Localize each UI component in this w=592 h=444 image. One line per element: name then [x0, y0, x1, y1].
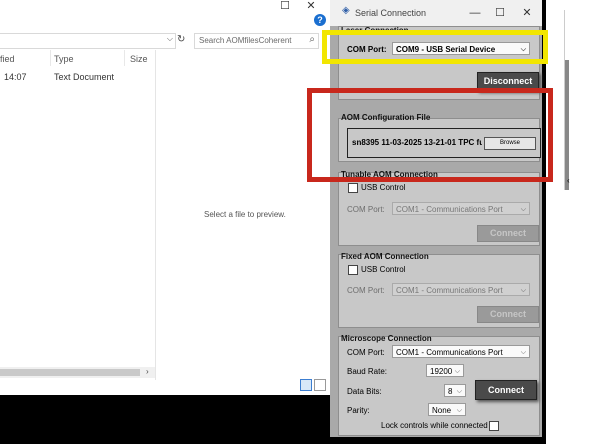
fixed-com-port-value: COM1 - Communications Port: [396, 286, 503, 295]
column-header-modified[interactable]: fied: [0, 54, 15, 64]
file-modified: 14:07: [4, 72, 27, 82]
scroll-edge: [565, 60, 569, 190]
refresh-icon[interactable]: ↻: [177, 34, 185, 45]
microscope-com-port-value: COM1 - Communications Port: [396, 348, 503, 357]
fixed-usb-label: USB Control: [361, 265, 406, 274]
help-icon[interactable]: ?: [314, 14, 326, 26]
search-placeholder: Search AOMfilesCoherent: [199, 36, 292, 45]
baud-rate-label: Baud Rate:: [347, 367, 388, 376]
fixed-com-port-select[interactable]: COM1 - Communications Port ⌵: [392, 283, 530, 296]
scroll-right-icon[interactable]: ›: [146, 367, 149, 376]
chevron-down-icon[interactable]: ⌵: [167, 34, 173, 44]
pane-divider[interactable]: [155, 50, 156, 380]
serial-app-icon: ◈: [342, 5, 350, 16]
chevron-down-icon: ⌵: [456, 388, 462, 395]
column-header-type[interactable]: Type: [54, 54, 74, 64]
close-icon[interactable]: ✕: [516, 7, 538, 21]
parity-select[interactable]: None ⌵: [428, 403, 466, 416]
maximize-icon[interactable]: ☐: [274, 0, 296, 14]
chevron-down-icon: ⌵: [520, 287, 526, 294]
chevron-down-icon: ⌵: [456, 407, 462, 414]
chevron-down-icon: ⌵: [520, 206, 526, 213]
close-icon[interactable]: ✕: [300, 0, 322, 14]
data-bits-label: Data Bits:: [347, 387, 382, 396]
tunable-usb-checkbox[interactable]: [348, 183, 358, 193]
chevron-down-icon: ⌵: [454, 368, 460, 375]
yellow-highlight-box: [322, 30, 548, 64]
microscope-com-port-select[interactable]: COM1 - Communications Port ⌵: [392, 345, 530, 358]
horizontal-scrollbar[interactable]: ›: [0, 367, 155, 378]
tunable-com-port-value: COM1 - Communications Port: [396, 205, 503, 214]
details-view-icon[interactable]: [300, 379, 312, 391]
serial-connection-window: ◈ Serial Connection — ☐ ✕ Laser Connecti…: [330, 0, 542, 437]
tunable-com-port-select[interactable]: COM1 - Communications Port ⌵: [392, 202, 530, 215]
tunable-connect-button[interactable]: Connect: [477, 225, 539, 242]
baud-rate-value: 19200: [430, 367, 453, 376]
parity-value: None: [432, 406, 452, 415]
scrollbar-thumb[interactable]: [0, 369, 140, 376]
microscope-com-port-label: COM Port:: [347, 348, 385, 357]
background-window-right: ‹: [542, 0, 592, 444]
microscope-panel: Microscope Connection COM Port: COM1 - C…: [338, 334, 540, 436]
chevron-down-icon: ⌵: [520, 349, 526, 356]
fixed-panel-title: Fixed AOM Connection: [341, 252, 429, 261]
microscope-panel-title: Microscope Connection: [341, 334, 432, 343]
data-bits-value: 8: [448, 387, 453, 396]
file-explorer-window: ☐ ✕ ? ⌵ ↻ Search AOMfilesCoherent ⌕ fied…: [0, 0, 330, 395]
fixed-aom-panel: Fixed AOM Connection USB Control COM Por…: [338, 252, 540, 328]
parity-label: Parity:: [347, 406, 370, 415]
red-highlight-box: [307, 88, 553, 182]
fixed-usb-checkbox[interactable]: [348, 265, 358, 275]
minimize-icon[interactable]: —: [464, 7, 486, 21]
lock-controls-checkbox[interactable]: [489, 421, 499, 431]
maximize-icon[interactable]: ☐: [489, 7, 511, 21]
column-header-size[interactable]: Size: [130, 54, 148, 64]
lock-controls-label: Lock controls while connected: [381, 421, 488, 430]
tiles-view-icon[interactable]: [314, 379, 326, 391]
tunable-com-port-label: COM Port:: [347, 205, 385, 214]
search-input[interactable]: Search AOMfilesCoherent ⌕: [194, 33, 319, 49]
title-bar[interactable]: ◈ Serial Connection — ☐ ✕: [330, 0, 542, 26]
column-divider: [124, 50, 125, 66]
tunable-usb-label: USB Control: [361, 183, 406, 192]
search-icon: ⌕: [309, 34, 315, 45]
fixed-connect-button[interactable]: Connect: [477, 306, 539, 323]
window-title: Serial Connection: [355, 8, 427, 18]
baud-rate-select[interactable]: 19200 ⌵: [426, 364, 464, 377]
preview-placeholder: Select a file to preview.: [204, 210, 286, 219]
address-bar[interactable]: ⌵: [0, 33, 176, 49]
file-list-row[interactable]: 14:07 Text Document: [0, 70, 150, 84]
window-gap: [542, 0, 546, 444]
column-divider: [50, 50, 51, 66]
fixed-com-port-label: COM Port:: [347, 286, 385, 295]
data-bits-select[interactable]: 8 ⌵: [444, 384, 466, 397]
tunable-aom-panel: Tunable AOM Connection USB Control COM P…: [338, 170, 540, 246]
microscope-connect-button[interactable]: Connect: [475, 380, 537, 400]
scroll-left-icon[interactable]: ‹: [567, 176, 570, 185]
file-type: Text Document: [54, 72, 115, 82]
